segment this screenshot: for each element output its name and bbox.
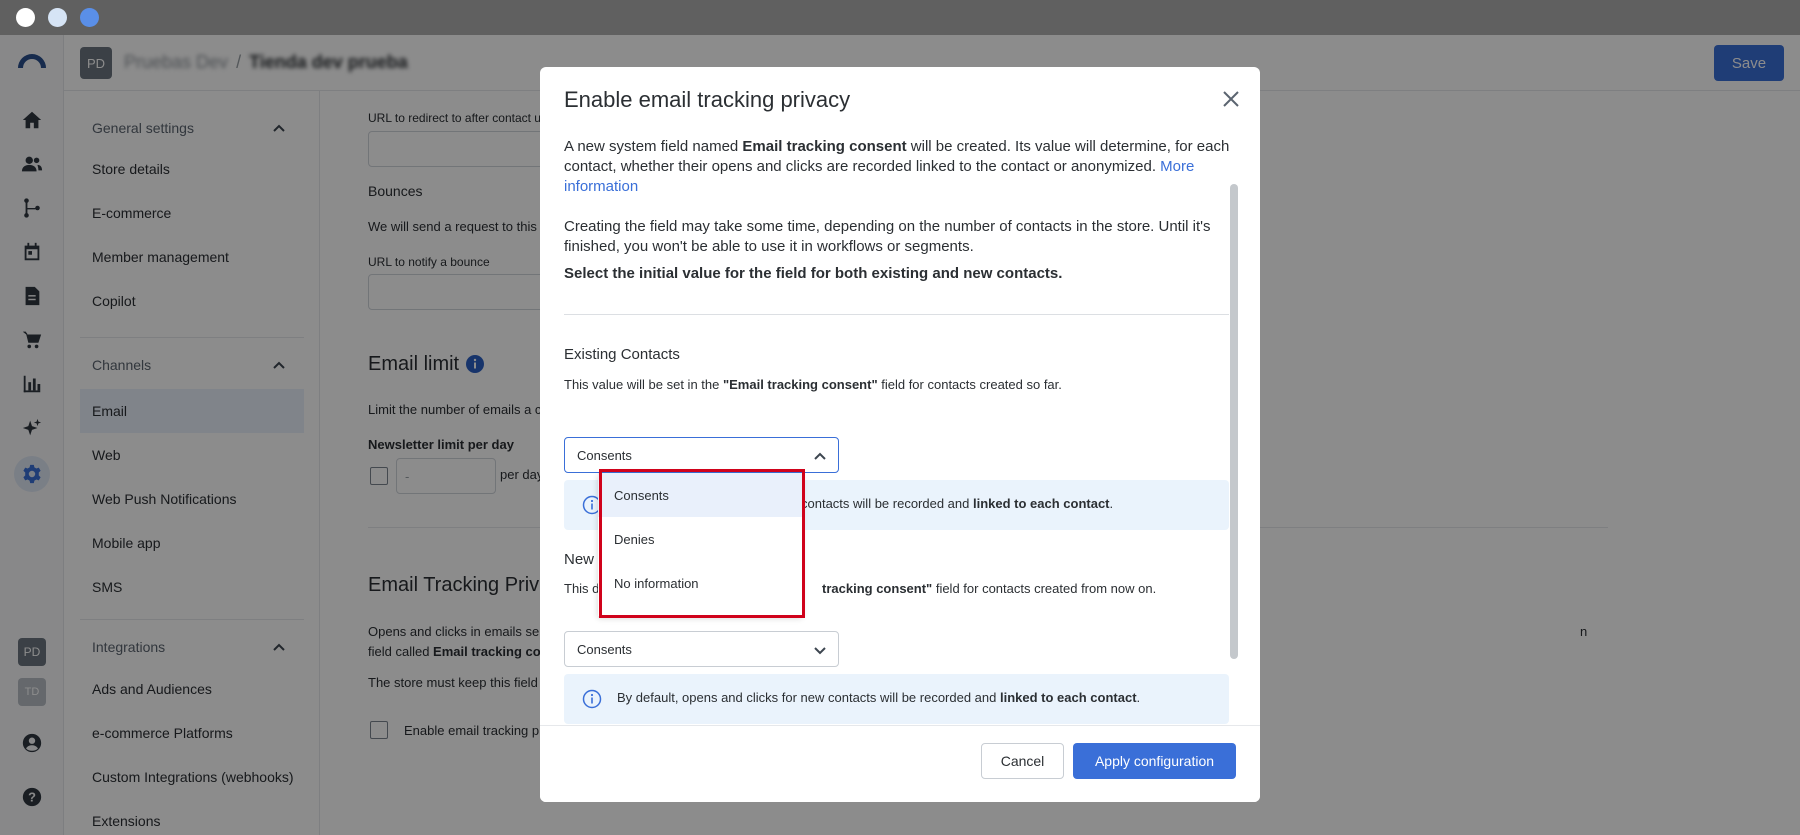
existing-contacts-select[interactable]: Consents <box>564 437 839 473</box>
new-desc-end: field for contacts created from now on. <box>932 581 1157 596</box>
intro-field-name: Email tracking consent <box>742 138 907 155</box>
modal-footer: Cancel Apply configuration <box>540 725 1260 802</box>
new-desc-field: tracking consent" <box>818 581 933 596</box>
window-minimize-dot[interactable] <box>48 8 67 27</box>
cancel-button[interactable]: Cancel <box>981 743 1064 779</box>
existing-info-start: contacts will be recorded and <box>801 496 973 511</box>
modal-body: A new system field named Email tracking … <box>540 127 1260 725</box>
existing-contacts-select-value: Consents <box>577 447 632 463</box>
info-icon <box>582 689 602 709</box>
new-contacts-select-value: Consents <box>577 641 632 657</box>
new-contacts-heading: New <box>564 551 595 568</box>
new-info-bold: linked to each contact <box>1000 690 1137 705</box>
creation-time-paragraph: Creating the field may take some time, d… <box>564 218 1211 255</box>
new-contacts-select[interactable]: Consents <box>564 631 839 667</box>
highlight-annotation-box <box>599 469 805 618</box>
modal-divider <box>564 314 1229 315</box>
existing-contacts-info-text: contacts will be recorded and linked to … <box>801 496 1113 511</box>
existing-contacts-heading: Existing Contacts <box>564 346 680 363</box>
enable-tracking-privacy-modal: Enable email tracking privacy A new syst… <box>540 67 1260 802</box>
close-icon[interactable] <box>1217 85 1245 113</box>
new-contacts-info-text: By default, opens and clicks for new con… <box>617 690 1140 705</box>
existing-contacts-description: This value will be set in the "Email tra… <box>564 377 1062 392</box>
existing-desc-end: field for contacts created so far. <box>877 377 1062 392</box>
existing-desc-start: This value will be set in the <box>564 377 723 392</box>
modal-title: Enable email tracking privacy <box>564 87 851 112</box>
existing-info-end: . <box>1109 496 1114 511</box>
apply-configuration-button[interactable]: Apply configuration <box>1073 743 1236 779</box>
existing-info-bold: linked to each contact <box>972 496 1110 511</box>
select-initial-value-instruction: Select the initial value for the field f… <box>564 265 1063 282</box>
new-desc-start: This d <box>564 581 600 596</box>
window-titlebar <box>0 0 1800 35</box>
chevron-up-icon <box>814 452 826 460</box>
chevron-down-icon <box>814 647 826 655</box>
intro-text-start: A new system field named <box>564 138 743 155</box>
intro-paragraph: A new system field named Email tracking … <box>564 137 1232 197</box>
window-maximize-dot[interactable] <box>80 8 99 27</box>
new-info-start: By default, opens and clicks for new con… <box>617 690 1000 705</box>
window-close-dot[interactable] <box>16 8 35 27</box>
existing-desc-field: "Email tracking consent" <box>722 377 878 392</box>
modal-scrollbar[interactable] <box>1230 184 1238 659</box>
new-contacts-info: By default, opens and clicks for new con… <box>564 674 1229 724</box>
new-info-end: . <box>1136 690 1141 705</box>
